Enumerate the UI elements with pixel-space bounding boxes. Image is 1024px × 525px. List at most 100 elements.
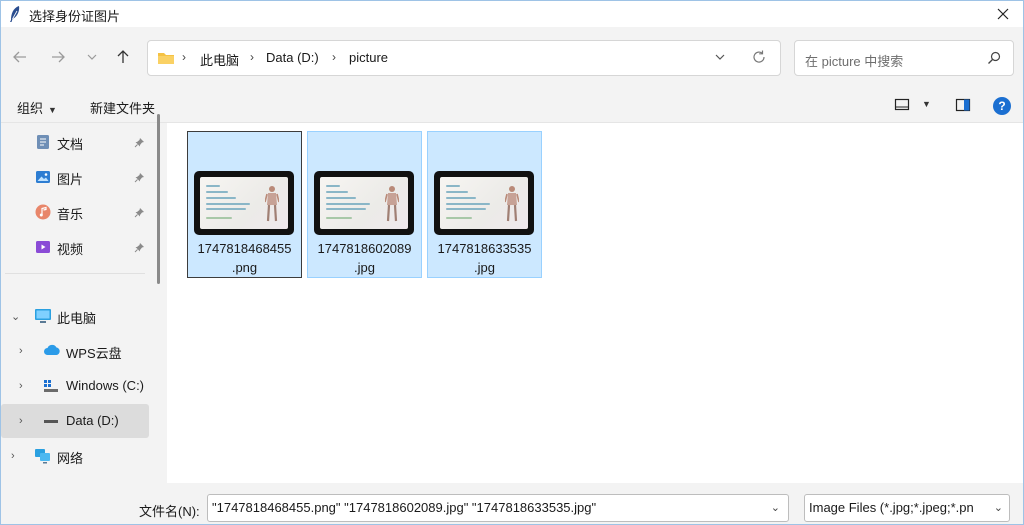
sidebar-item-this-pc[interactable]: ⌄ 此电脑 — [1, 299, 149, 333]
chevron-down-icon — [715, 54, 725, 60]
search-box[interactable]: 在 picture 中搜索 — [794, 40, 1014, 76]
image-thumbnail — [194, 171, 294, 235]
cloud-icon — [43, 343, 60, 359]
sidebar-item-wps-cloud[interactable]: › WPS云盘 — [1, 334, 149, 368]
chevron-down-icon — [87, 54, 97, 60]
pictures-icon — [35, 169, 51, 185]
documents-icon — [35, 134, 51, 150]
pin-icon — [134, 241, 145, 256]
search-icon — [987, 51, 1001, 68]
view-options-icon[interactable]: ▼ — [922, 99, 931, 109]
breadcrumb-separator: › — [182, 50, 186, 64]
sidebar-item-music[interactable]: 音乐 — [1, 195, 149, 229]
sidebar-scrollbar[interactable] — [157, 114, 160, 284]
window-title: 选择身份证图片 — [29, 9, 121, 24]
breadcrumb-this-pc[interactable]: 此电脑 — [200, 50, 239, 69]
sidebar-item-label: 网络 — [57, 451, 84, 466]
file-name-line: .png — [231, 260, 258, 275]
organize-label: 组织 — [17, 101, 44, 116]
file-name-line: .jpg — [474, 260, 495, 275]
sidebar-item-pictures[interactable]: 图片 — [1, 160, 149, 194]
arrow-right-icon — [52, 51, 65, 63]
file-item[interactable]: 1747818633535 .jpg — [427, 131, 542, 278]
pin-icon — [134, 206, 145, 221]
sidebar-item-label: 文档 — [57, 137, 84, 152]
navigation-bar: › 此电脑 › Data (D:) › picture 在 picture 中搜… — [1, 27, 1023, 89]
file-list: 1747818468455 .png 1747818602089 .jpg 17… — [167, 123, 1023, 483]
file-name: 1747818468455 .png — [188, 239, 301, 277]
chevron-right-icon[interactable]: › — [19, 415, 23, 427]
chevron-down-icon[interactable]: ⌄ — [11, 310, 20, 323]
file-open-dialog: 选择身份证图片 › 此电脑 › Data (D:) › picture 在 pi… — [0, 0, 1024, 525]
sidebar-item-data-d[interactable]: › Data (D:) — [1, 404, 149, 438]
chevron-right-icon[interactable]: › — [11, 450, 15, 462]
breadcrumb-separator: › — [332, 50, 336, 64]
pin-icon — [134, 136, 145, 151]
folder-icon — [157, 51, 175, 68]
chevron-right-icon[interactable]: › — [19, 380, 23, 392]
filename-label: 文件名(N): — [139, 504, 200, 519]
organize-button[interactable]: 组织 ▼ — [17, 98, 57, 117]
windows-drive-icon — [43, 378, 59, 394]
address-bar[interactable]: › 此电脑 › Data (D:) › picture — [147, 40, 781, 76]
sidebar-item-windows-c[interactable]: › Windows (C:) — [1, 369, 149, 403]
drive-icon — [43, 413, 59, 429]
recent-locations-button[interactable] — [80, 45, 104, 69]
sidebar-item-documents[interactable]: 文档 — [1, 125, 149, 159]
file-name: 1747818633535 .jpg — [428, 239, 541, 277]
file-item[interactable]: 1747818468455 .png — [187, 131, 302, 278]
sidebar-divider — [5, 273, 145, 274]
sidebar-item-label: Windows (C:) — [66, 378, 145, 393]
videos-icon — [35, 239, 51, 255]
chevron-down-icon[interactable]: ⌄ — [771, 495, 780, 521]
search-placeholder: 在 picture 中搜索 — [805, 54, 904, 69]
file-name: 1747818602089 .jpg — [308, 239, 421, 277]
close-icon — [997, 8, 1009, 20]
file-name-line: 1747818633535 — [437, 241, 532, 256]
arrow-left-icon — [13, 51, 26, 63]
footer-bar: 文件名(N): "1747818468455.png" "17478186020… — [1, 483, 1023, 524]
sidebar-item-label: 图片 — [57, 172, 84, 187]
navigation-pane: 文档 图片 音乐 视频 ⌄ 此电脑 › WPS云盘 › Windows (C:)… — [1, 123, 161, 483]
arrow-up-icon — [117, 50, 129, 63]
command-bar: 组织 ▼ 新建文件夹 ▼ ? — [1, 89, 1023, 123]
refresh-icon — [753, 50, 765, 63]
filename-input[interactable]: "1747818468455.png" "1747818602089.jpg" … — [207, 494, 789, 522]
sidebar-item-label: 音乐 — [57, 207, 84, 222]
network-icon — [34, 448, 50, 464]
sidebar-item-videos[interactable]: 视频 — [1, 230, 149, 264]
filetype-select[interactable]: Image Files (*.jpg;*.jpeg;*.pn ⌄ — [804, 494, 1010, 522]
caret-down-icon: ▼ — [48, 105, 57, 115]
back-button[interactable] — [8, 45, 32, 69]
pin-icon — [134, 171, 145, 186]
chevron-down-icon: ⌄ — [990, 495, 1003, 521]
address-history-button[interactable] — [714, 51, 726, 66]
breadcrumb-picture[interactable]: picture — [349, 50, 388, 65]
image-thumbnail — [314, 171, 414, 235]
breadcrumb-separator: › — [250, 50, 254, 64]
music-icon — [35, 204, 51, 220]
preview-pane-button[interactable] — [955, 98, 971, 115]
breadcrumb-data-drive[interactable]: Data (D:) — [266, 50, 319, 65]
up-button[interactable] — [111, 45, 135, 69]
file-item[interactable]: 1747818602089 .jpg — [307, 131, 422, 278]
help-button[interactable]: ? — [993, 97, 1011, 115]
forward-button[interactable] — [46, 45, 70, 69]
view-button[interactable] — [894, 98, 910, 115]
sidebar-item-label: 此电脑 — [57, 311, 97, 326]
sidebar-item-label: Data (D:) — [66, 413, 119, 428]
file-name-line: .jpg — [354, 260, 375, 275]
chevron-right-icon[interactable]: › — [19, 345, 23, 357]
sidebar-item-network[interactable]: › 网络 — [1, 439, 149, 473]
computer-icon — [34, 308, 51, 324]
sidebar-item-label: WPS云盘 — [66, 346, 122, 361]
close-button[interactable] — [983, 1, 1023, 27]
refresh-button[interactable] — [751, 49, 767, 68]
file-name-line: 1747818602089 — [317, 241, 412, 256]
file-name-line: 1747818468455 — [197, 241, 292, 256]
preview-pane-icon — [955, 98, 971, 112]
filename-value: "1747818468455.png" "1747818602089.jpg" … — [212, 500, 597, 515]
new-folder-button[interactable]: 新建文件夹 — [90, 98, 155, 117]
sidebar-item-label: 视频 — [57, 242, 84, 257]
view-layout-icon — [894, 98, 910, 111]
